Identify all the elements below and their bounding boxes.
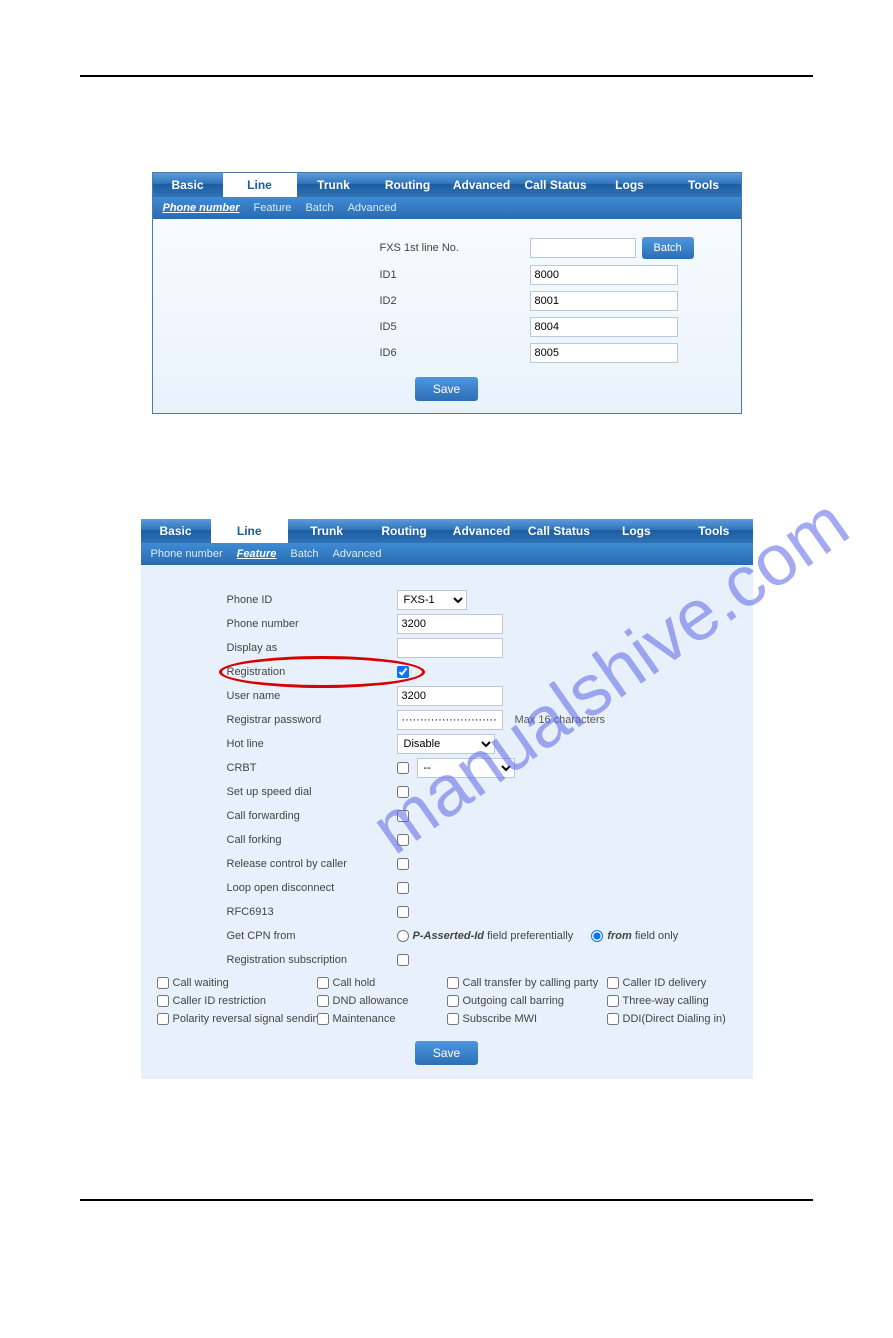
call-forwarding-checkbox[interactable] [397, 810, 409, 822]
registrar-password-label: Registrar password [227, 714, 397, 726]
display-as-label: Display as [227, 642, 397, 654]
tab2-basic[interactable]: Basic [141, 519, 211, 543]
chk-polarity-reversal[interactable]: Polarity reversal signal sending [157, 1013, 317, 1025]
panel2-body: Phone ID FXS-1 Phone number Display as R… [141, 565, 753, 1079]
bottom-divider [80, 1199, 813, 1201]
crbt-select[interactable]: -- [417, 758, 515, 778]
chk-outgoing-call-barring[interactable]: Outgoing call barring [447, 995, 607, 1007]
tab-callstatus[interactable]: Call Status [519, 173, 593, 197]
rfc6913-label: RFC6913 [227, 906, 397, 918]
cpn-option-passerted[interactable]: P-Asserted-Id field preferentially [397, 930, 574, 942]
crbt-label: CRBT [227, 762, 397, 774]
crbt-checkbox[interactable] [397, 762, 409, 774]
registrar-password-input[interactable] [397, 710, 503, 730]
chk-subscribe-mwi[interactable]: Subscribe MWI [447, 1013, 607, 1025]
tab2-logs[interactable]: Logs [598, 519, 675, 543]
tab2-line[interactable]: Line [211, 519, 288, 543]
id6-label: ID6 [380, 347, 530, 359]
subnav-batch[interactable]: Batch [305, 202, 333, 214]
cpn-radio-passerted[interactable] [397, 930, 409, 942]
call-forwarding-label: Call forwarding [227, 810, 397, 822]
tab-trunk[interactable]: Trunk [297, 173, 371, 197]
id5-input[interactable] [530, 317, 678, 337]
phone-number-input[interactable] [397, 614, 503, 634]
sub-nav-2: Phone number Feature Batch Advanced [141, 543, 753, 565]
tab2-tools[interactable]: Tools [675, 519, 752, 543]
phone-number-label: Phone number [227, 618, 397, 630]
chk-call-transfer[interactable]: Call transfer by calling party [447, 977, 607, 989]
chk-maintenance[interactable]: Maintenance [317, 1013, 447, 1025]
loop-open-label: Loop open disconnect [227, 882, 397, 894]
tab-line[interactable]: Line [223, 173, 297, 197]
fxs-first-line-input[interactable] [530, 238, 636, 258]
user-name-input[interactable] [397, 686, 503, 706]
screenshot-panel-2: Basic Line Trunk Routing Advanced Call S… [141, 519, 753, 1079]
id2-input[interactable] [530, 291, 678, 311]
subnav-feature[interactable]: Feature [254, 202, 292, 214]
tab2-trunk[interactable]: Trunk [288, 519, 365, 543]
get-cpn-label: Get CPN from [227, 930, 397, 942]
registration-label: Registration [227, 666, 397, 678]
panel1-body: FXS 1st line No. Batch ID1 ID2 ID5 ID6 [153, 219, 741, 413]
tab-advanced[interactable]: Advanced [445, 173, 519, 197]
subnav-phone-number[interactable]: Phone number [163, 202, 240, 214]
save-button-1[interactable]: Save [415, 377, 478, 401]
subnav2-advanced[interactable]: Advanced [333, 548, 382, 560]
display-as-input[interactable] [397, 638, 503, 658]
fxs-first-line-label: FXS 1st line No. [380, 242, 530, 254]
tab2-routing[interactable]: Routing [365, 519, 442, 543]
chk-caller-id-restriction[interactable]: Caller ID restriction [157, 995, 317, 1007]
top-nav-2: Basic Line Trunk Routing Advanced Call S… [141, 519, 753, 543]
tab-basic[interactable]: Basic [153, 173, 223, 197]
loop-open-checkbox[interactable] [397, 882, 409, 894]
user-name-label: User name [227, 690, 397, 702]
tab2-advanced[interactable]: Advanced [443, 519, 520, 543]
hot-line-select[interactable]: Disable [397, 734, 495, 754]
id5-label: ID5 [380, 321, 530, 333]
subnav2-batch[interactable]: Batch [290, 548, 318, 560]
chk-caller-id-delivery[interactable]: Caller ID delivery [607, 977, 752, 989]
id1-label: ID1 [380, 269, 530, 281]
cpn-option-from[interactable]: from field only [591, 930, 678, 942]
tab-routing[interactable]: Routing [371, 173, 445, 197]
screenshot-panel-1: Basic Line Trunk Routing Advanced Call S… [152, 172, 742, 414]
sub-nav-1: Phone number Feature Batch Advanced [153, 197, 741, 219]
subnav-advanced[interactable]: Advanced [348, 202, 397, 214]
release-control-label: Release control by caller [227, 858, 397, 870]
subnav2-feature[interactable]: Feature [237, 548, 277, 560]
tab-logs[interactable]: Logs [593, 173, 667, 197]
registration-checkbox[interactable] [397, 666, 409, 678]
rfc6913-checkbox[interactable] [397, 906, 409, 918]
tab-tools[interactable]: Tools [667, 173, 741, 197]
reg-subscription-checkbox[interactable] [397, 954, 409, 966]
feature-checkbox-grid: Call waiting Call hold Call transfer by … [157, 977, 745, 1025]
chk-call-hold[interactable]: Call hold [317, 977, 447, 989]
top-nav: Basic Line Trunk Routing Advanced Call S… [153, 173, 741, 197]
batch-button[interactable]: Batch [642, 237, 694, 259]
call-forking-checkbox[interactable] [397, 834, 409, 846]
save-button-2[interactable]: Save [415, 1041, 478, 1065]
reg-subscription-label: Registration subscription [227, 954, 397, 966]
chk-dnd-allowance[interactable]: DND allowance [317, 995, 447, 1007]
subnav2-phone-number[interactable]: Phone number [151, 548, 223, 560]
cpn-radio-from[interactable] [591, 930, 603, 942]
call-forking-label: Call forking [227, 834, 397, 846]
chk-three-way-calling[interactable]: Three-way calling [607, 995, 752, 1007]
id2-label: ID2 [380, 295, 530, 307]
speed-dial-label: Set up speed dial [227, 786, 397, 798]
release-control-checkbox[interactable] [397, 858, 409, 870]
top-divider [80, 75, 813, 77]
id1-input[interactable] [530, 265, 678, 285]
hot-line-label: Hot line [227, 738, 397, 750]
phone-id-label: Phone ID [227, 594, 397, 606]
speed-dial-checkbox[interactable] [397, 786, 409, 798]
tab2-callstatus[interactable]: Call Status [520, 519, 597, 543]
id6-input[interactable] [530, 343, 678, 363]
phone-id-select[interactable]: FXS-1 [397, 590, 467, 610]
max-16-hint: Max 16 characters [515, 714, 605, 726]
chk-ddi[interactable]: DDI(Direct Dialing in) [607, 1013, 752, 1025]
chk-call-waiting[interactable]: Call waiting [157, 977, 317, 989]
